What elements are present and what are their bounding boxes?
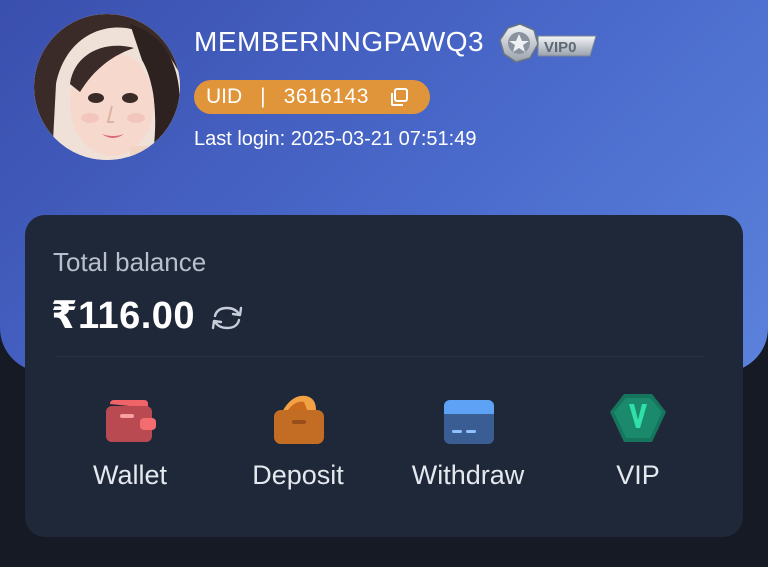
- refresh-icon[interactable]: [209, 303, 245, 333]
- wallet-label: Wallet: [92, 460, 167, 490]
- wallet-button[interactable]: Wallet: [55, 390, 205, 500]
- balance-amount: ₹116.00: [51, 295, 196, 337]
- vip-label: VIP: [616, 460, 660, 490]
- uid-separator: |: [260, 85, 266, 108]
- uid-pill: UID | 3616143: [194, 80, 430, 114]
- uid-value: 3616143: [283, 85, 369, 108]
- withdraw-label: Withdraw: [411, 460, 525, 490]
- vip-button[interactable]: VIP: [563, 390, 713, 500]
- avatar-image: [34, 14, 180, 160]
- deposit-label: Deposit: [252, 460, 344, 490]
- balance-label: Total balance: [53, 247, 207, 277]
- balance-card: Total balance ₹116.00 Wallet Deposit Wit…: [25, 215, 743, 537]
- deposit-button[interactable]: Deposit: [223, 390, 373, 500]
- deposit-icon: [268, 390, 328, 450]
- wallet-icon: [100, 390, 160, 450]
- username: MEMBERNNGPAWQ3: [194, 26, 485, 57]
- vip-badge-text: VIP0: [544, 39, 577, 56]
- vip-icon: [608, 390, 668, 450]
- last-login: Last login: 2025-03-21 07:51:49: [194, 128, 477, 150]
- copy-icon[interactable]: [389, 87, 409, 107]
- uid-label: UID: [206, 85, 243, 108]
- avatar[interactable]: [34, 14, 180, 160]
- vip-badge-icon: VIP0: [499, 23, 597, 63]
- withdraw-icon: [438, 390, 498, 450]
- card-divider: [55, 356, 705, 357]
- withdraw-button[interactable]: Withdraw: [393, 390, 543, 500]
